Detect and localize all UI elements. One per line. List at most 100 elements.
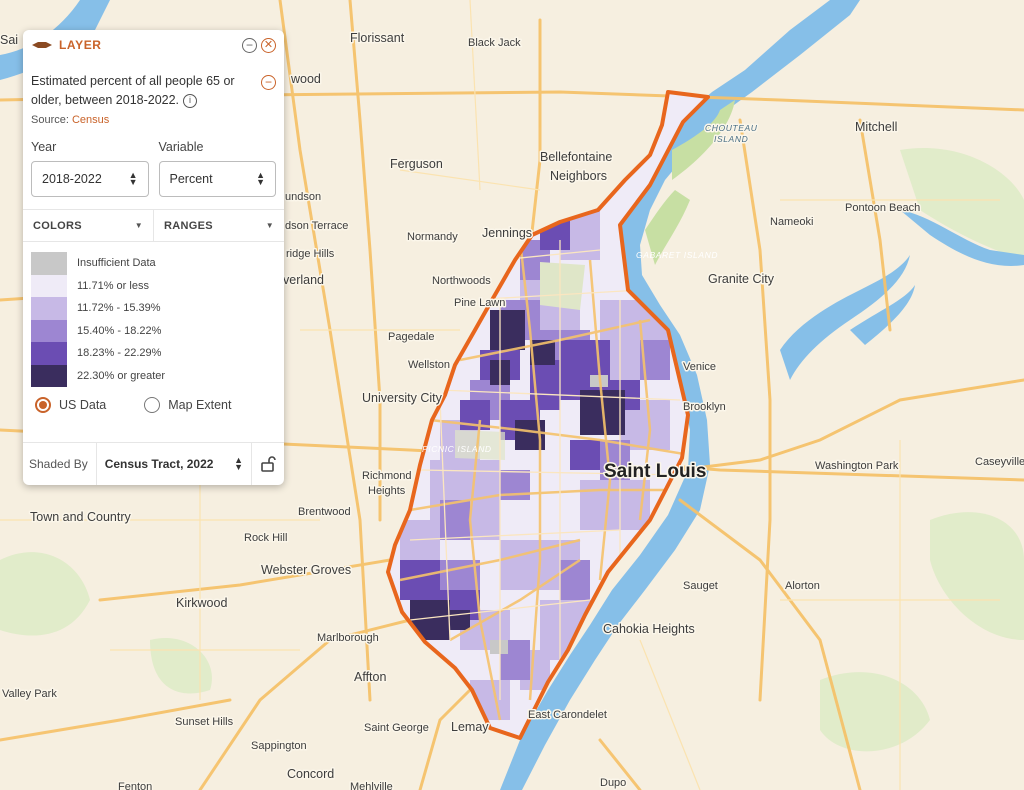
place-label: University City — [362, 391, 443, 405]
place-label: wood — [290, 72, 321, 86]
place-label: Town and Country — [30, 510, 132, 524]
ranges-tab-label: RANGES — [164, 219, 213, 232]
place-label: Normandy — [407, 231, 458, 243]
map-extent-radio[interactable]: Map Extent — [144, 397, 231, 413]
place-label: verland — [283, 273, 324, 287]
place-label: Valley Park — [2, 688, 57, 700]
water-label: GABARET ISLAND — [636, 250, 718, 260]
lock-icon[interactable] — [252, 455, 284, 473]
legend-item: Insufficient Data — [31, 252, 276, 275]
colors-tab-label: COLORS — [33, 219, 82, 232]
caret-down-icon: ▼ — [134, 221, 143, 230]
place-label: Ferguson — [390, 157, 443, 171]
place-label: Pine Lawn — [454, 297, 505, 309]
us-data-radio[interactable]: US Data — [35, 397, 106, 413]
place-label: Caseyville — [975, 456, 1024, 468]
minimize-icon[interactable]: − — [242, 37, 257, 53]
radio-unselected-icon — [144, 397, 161, 413]
layer-logo-icon — [32, 42, 52, 48]
us-data-label: US Data — [59, 398, 107, 412]
place-label: Affton — [354, 670, 386, 684]
caret-down-icon: ▼ — [265, 221, 274, 230]
place-label: Sappington — [251, 740, 307, 752]
legend-label: 11.71% or less — [77, 279, 149, 292]
map-extent-label: Map Extent — [168, 398, 232, 412]
place-label: Alorton — [785, 580, 820, 592]
place-label: Saint George — [364, 722, 429, 734]
place-label: Pontoon Beach — [845, 202, 920, 214]
legend-label: 18.23% - 22.29% — [77, 347, 162, 360]
description-text: Estimated percent of all people 65 or ol… — [31, 74, 235, 107]
place-label: Mehlville — [350, 781, 393, 790]
updown-icon: ▲ ▼ — [234, 455, 243, 472]
place-label: Webster Groves — [261, 563, 351, 577]
place-label: Sunset Hills — [175, 716, 234, 728]
close-icon[interactable]: ✕ — [261, 37, 276, 53]
variable-value: Percent — [169, 172, 213, 186]
variable-label: Variable — [158, 140, 204, 154]
place-label: Pagedale — [388, 331, 435, 343]
place-label: Northwoods — [432, 275, 491, 287]
year-select[interactable]: 2018-2022 ▲ ▼ — [31, 161, 149, 197]
legend-item: 15.40% - 18.22% — [31, 319, 276, 342]
place-label: Kirkwood — [176, 596, 227, 610]
place-label: Dupo — [600, 777, 626, 789]
place-label: Neighbors — [550, 169, 607, 183]
updown-icon: ▲ ▼ — [128, 170, 138, 187]
remove-layer-icon[interactable]: − — [261, 75, 276, 90]
radio-selected-icon — [35, 397, 51, 413]
shaded-by-select[interactable]: Census Tract, 2022 ▲ ▼ — [97, 443, 252, 485]
shaded-by-label: Shaded By — [23, 443, 97, 485]
place-label: Concord — [287, 767, 334, 781]
source-line: Source: Census — [23, 110, 284, 126]
colors-tab[interactable]: COLORS ▼ — [23, 210, 153, 241]
place-label: Saint Louis — [604, 461, 706, 482]
legend-label: 15.40% - 18.22% — [77, 324, 162, 337]
place-label: Mitchell — [855, 120, 897, 134]
legend-swatch — [31, 319, 67, 342]
place-label: Sai — [0, 33, 18, 47]
legend-swatch — [31, 342, 67, 365]
place-label: Richmond — [362, 470, 412, 482]
place-label: dson Terrace — [285, 220, 348, 232]
place-label: Sauget — [683, 580, 718, 592]
shaded-by-value: Census Tract, 2022 — [104, 457, 214, 471]
source-label: Source: — [31, 114, 72, 126]
place-label: ridge Hills — [286, 248, 335, 260]
info-icon[interactable]: i — [183, 93, 198, 108]
legend-label: Insufficient Data — [77, 257, 156, 270]
legend-swatch — [31, 364, 67, 387]
water-label: CHOUTEAU — [705, 123, 758, 133]
place-label: Marlborough — [317, 632, 379, 644]
source-link[interactable]: Census — [72, 114, 109, 126]
place-label: undson — [285, 191, 321, 203]
legend-item: 11.72% - 15.39% — [31, 297, 276, 320]
place-label: Nameoki — [770, 216, 813, 228]
place-label: Granite City — [708, 272, 775, 286]
legend-item: 11.71% or less — [31, 274, 276, 297]
place-label: Rock Hill — [244, 532, 287, 544]
legend-swatch — [31, 252, 67, 275]
water-label: PICNIC ISLAND — [422, 444, 492, 454]
legend-item: 18.23% - 22.29% — [31, 342, 276, 365]
ranges-tab[interactable]: RANGES ▼ — [153, 210, 284, 241]
place-label: East Carondelet — [528, 709, 607, 721]
place-label: Heights — [368, 485, 406, 497]
place-label: Washington Park — [815, 460, 899, 472]
updown-icon: ▲ ▼ — [256, 170, 265, 187]
place-label: Jennings — [482, 226, 532, 240]
place-label: Wellston — [408, 359, 450, 371]
place-label: Venice — [683, 361, 716, 373]
panel-header: LAYER − ✕ — [23, 30, 284, 60]
legend-label: 22.30% or greater — [77, 369, 166, 382]
variable-select[interactable]: Percent ▲ ▼ — [158, 161, 276, 197]
legend-swatch — [31, 274, 67, 297]
place-label: Black Jack — [468, 37, 521, 49]
place-label: Brooklyn — [683, 401, 726, 413]
place-label: Florissant — [350, 31, 405, 45]
legend: Insufficient Data 11.71% or less 11.72% - … — [23, 242, 284, 387]
legend-label: 11.72% - 15.39% — [77, 302, 161, 315]
layer-description: Estimated percent of all people 65 or ol… — [23, 60, 284, 110]
place-label: Cahokia Heights — [603, 622, 695, 636]
panel-title: LAYER — [59, 38, 102, 52]
